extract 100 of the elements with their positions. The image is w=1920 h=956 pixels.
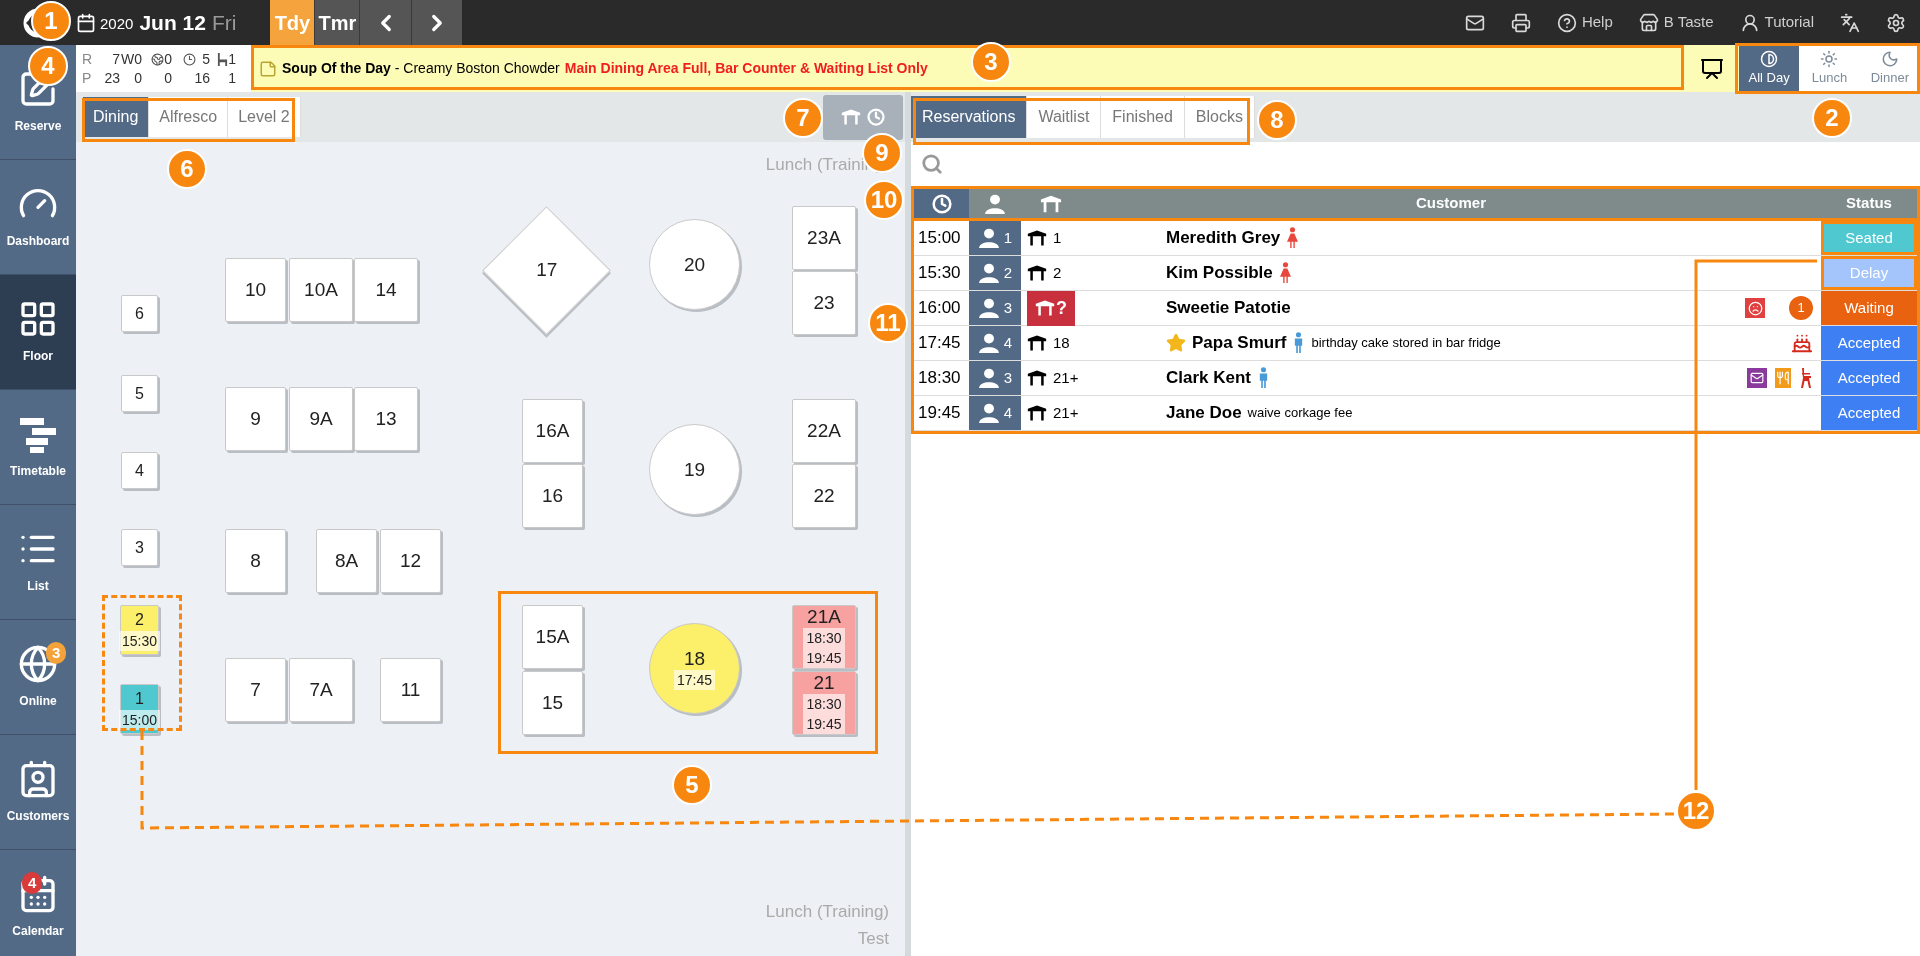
table[interactable]: 23A	[792, 206, 856, 270]
diamond-table[interactable]: 17	[482, 206, 611, 335]
status-badge: Waiting	[1821, 291, 1917, 325]
floor-tab[interactable]: Level 2	[228, 97, 301, 137]
store-icon	[1638, 12, 1659, 33]
reservation-time: 15:00	[119, 710, 161, 730]
table[interactable]: 22	[792, 464, 856, 528]
table[interactable]: 5	[121, 375, 158, 412]
reservation-time: 19:45	[803, 714, 845, 734]
calendar-icon	[18, 874, 58, 914]
table[interactable]: 2 15:30	[120, 605, 159, 655]
stat-value: 16	[194, 68, 210, 88]
woman-icon	[1286, 227, 1300, 249]
language-icon[interactable]	[1840, 12, 1860, 33]
woman-icon	[1278, 262, 1292, 284]
chair-icon	[217, 52, 229, 66]
table-number: 2	[135, 610, 144, 630]
table-number: 8	[250, 550, 261, 572]
table[interactable]: 21 18:30 19:45	[792, 671, 856, 735]
date: Jun 12	[139, 9, 206, 36]
table[interactable]: 23	[792, 271, 856, 335]
reservation-row[interactable]: 15:00 1 1 Meredith Grey Seated	[914, 221, 1917, 256]
reservation-time: 18:30	[803, 694, 845, 714]
table[interactable]: 10	[225, 258, 286, 322]
floor-tab[interactable]: Dining	[83, 97, 150, 137]
calendar-icon[interactable]	[76, 12, 96, 33]
clock-icon	[931, 193, 952, 214]
table[interactable]: 22A	[792, 399, 856, 463]
customer-name: Kim Possible	[1166, 262, 1273, 285]
table[interactable]: 7A	[289, 658, 353, 722]
table-number: 9	[250, 408, 261, 430]
table[interactable]: 11	[380, 658, 441, 722]
stat-value: 0	[134, 68, 142, 88]
table[interactable]: 8	[225, 529, 286, 593]
table-number: 1	[135, 689, 144, 709]
floor-tab[interactable]: Alfresco	[149, 97, 229, 137]
table[interactable]: 16A	[522, 399, 583, 463]
person-icon	[977, 227, 1000, 249]
table[interactable]: 12	[380, 529, 441, 593]
table[interactable]: 9A	[289, 387, 353, 451]
list-tab[interactable]: Waitlist	[1027, 96, 1102, 138]
table[interactable]: 6	[121, 295, 158, 332]
reservation-row[interactable]: 18:30 3 21+ Clark Kent Accepted	[914, 361, 1917, 396]
table[interactable]: 8A	[316, 529, 377, 593]
settings-icon[interactable]	[1886, 12, 1906, 33]
customer-name: Clark Kent	[1166, 367, 1252, 390]
weekday: Fri	[211, 9, 237, 36]
table-number: 18	[683, 647, 706, 670]
day-button[interactable]: Tmr	[315, 0, 361, 45]
table-number: 21	[813, 672, 835, 694]
view-toggle-button[interactable]	[823, 94, 903, 140]
table-icon	[1027, 229, 1047, 247]
list-tab[interactable]: Finished	[1101, 96, 1185, 138]
table-number: 13	[375, 408, 397, 430]
toolbar-button[interactable]: Help	[1556, 11, 1613, 34]
reservation-time: 17:45	[673, 669, 715, 690]
previous-button[interactable]	[360, 0, 413, 45]
table[interactable]: 4	[121, 452, 158, 489]
table-icon	[1040, 193, 1062, 214]
person-icon	[977, 297, 1000, 319]
status-badge: Accepted	[1821, 361, 1917, 395]
round-table[interactable]: 19	[649, 424, 740, 515]
sidebar-item[interactable]: Floor	[0, 275, 76, 390]
table[interactable]: 1 15:00	[120, 684, 159, 734]
status-badge: Seated	[1821, 221, 1917, 255]
table-icon	[1027, 264, 1047, 282]
table-number: 11	[400, 679, 421, 701]
year: 2020	[100, 14, 134, 35]
table[interactable]: 14	[354, 258, 418, 322]
table[interactable]: 15	[522, 671, 583, 735]
sad-face-icon	[1745, 298, 1765, 318]
table-number: 5	[135, 383, 144, 404]
table[interactable]: 7	[225, 658, 286, 722]
person-icon	[977, 332, 1000, 354]
meal-period-tab[interactable]: All Day	[1739, 45, 1800, 92]
reservation-row[interactable]: 17:45 4 18 Papa Smurf birthday cake stored in bar fridge Accepted	[914, 326, 1917, 361]
table[interactable]: 10A	[289, 258, 353, 322]
table[interactable]: 16	[522, 464, 583, 528]
time-cell-text: 17:45	[917, 332, 962, 355]
print-icon[interactable]	[1510, 12, 1531, 33]
reservation-row[interactable]: 16:00 3 ? Sweetie Patotie 1 Waiting	[914, 291, 1917, 326]
table-cell-text: 21+	[1053, 367, 1079, 388]
table[interactable]: 13	[354, 387, 418, 451]
table[interactable]: 15A	[522, 605, 583, 669]
table-number: 21A	[807, 606, 841, 628]
reservation-row[interactable]: 15:30 2 2 Kim Possible Delay	[914, 256, 1917, 291]
toolbar-button[interactable]: Tutorial	[1739, 11, 1814, 34]
reservation-row[interactable]: 19:45 4 21+ Jane Doe waive corkage fee Accepted	[914, 396, 1917, 431]
next-button[interactable]	[412, 0, 463, 45]
table[interactable]: 9	[225, 387, 286, 451]
table-cell-text: 21+	[1053, 402, 1079, 423]
round-table[interactable]: 18 17:45	[649, 623, 740, 714]
cake-icon	[1791, 332, 1813, 354]
board-icon[interactable]	[1700, 56, 1724, 81]
table[interactable]: 21A 18:30 19:45	[792, 605, 856, 669]
toolbar-button[interactable]: B Taste	[1638, 11, 1714, 34]
time-cell-text: 18:30	[917, 367, 962, 390]
table-number: 6	[135, 303, 144, 324]
table[interactable]: 3	[121, 529, 158, 566]
round-table[interactable]: 20	[649, 219, 740, 310]
